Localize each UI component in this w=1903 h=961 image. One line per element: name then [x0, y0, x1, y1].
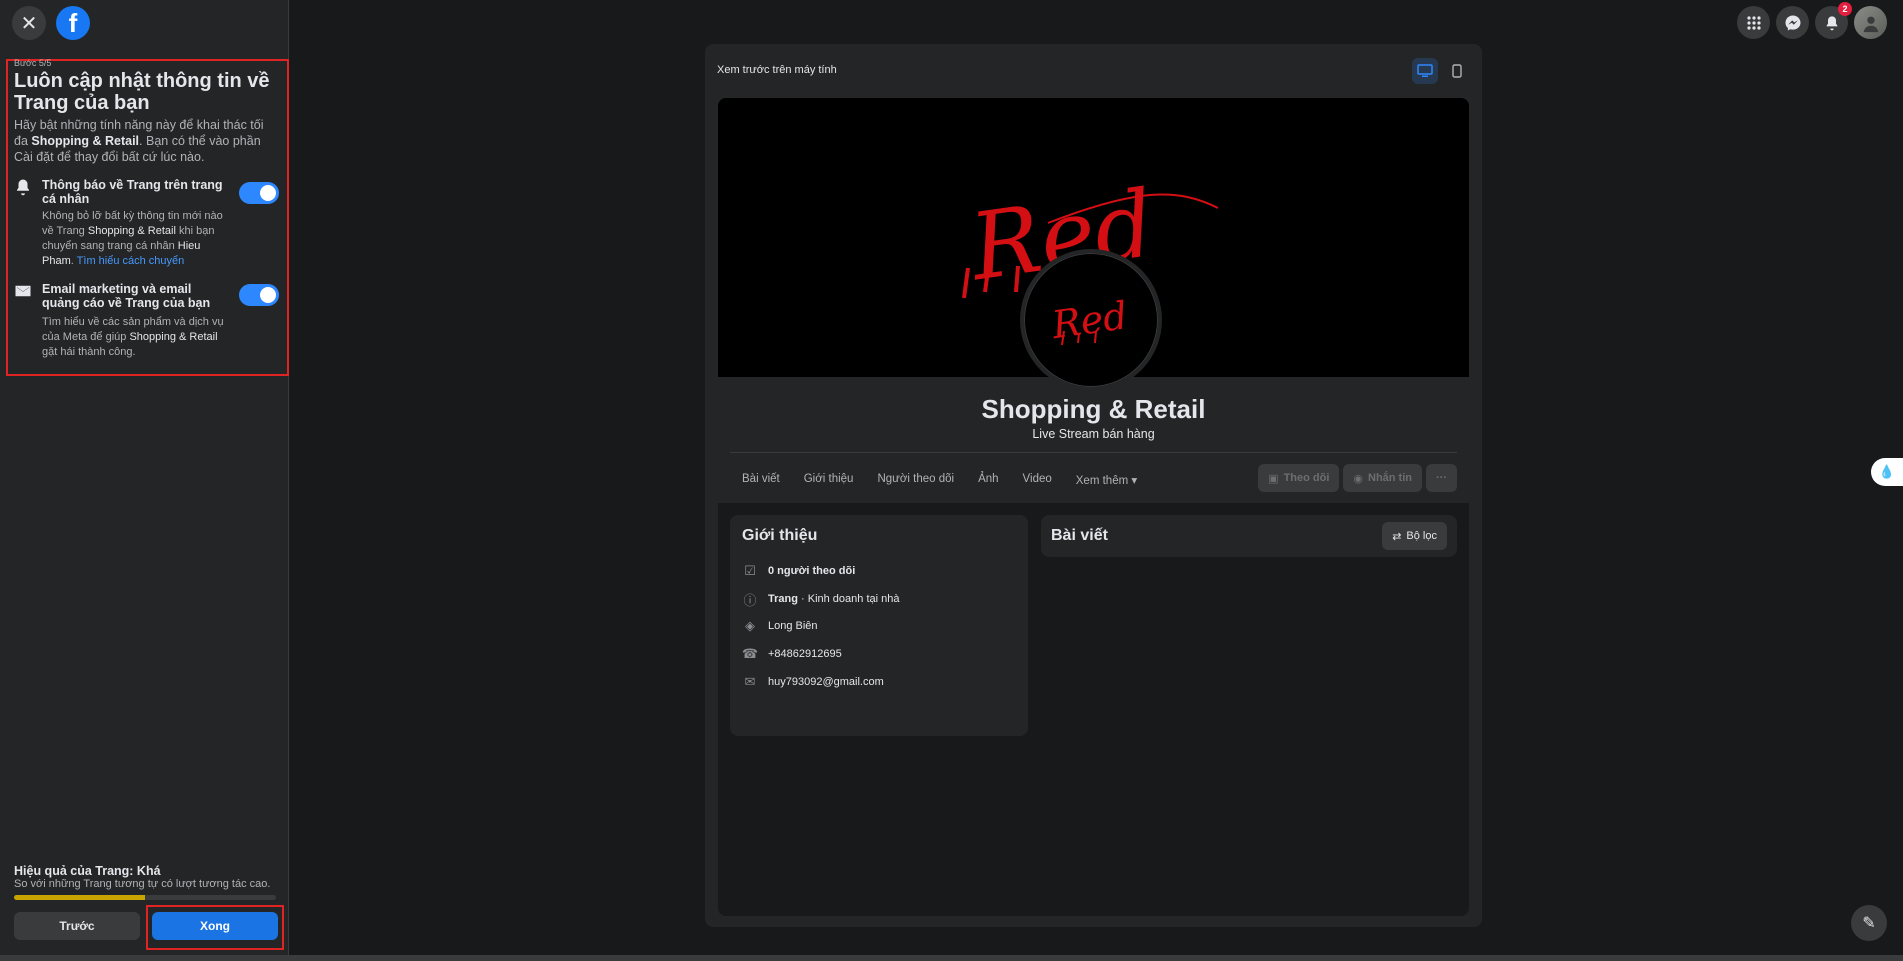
filter-label: Bộ lọc [1406, 530, 1437, 542]
setup-panel: ✕ f Bước 5/5 Luôn cập nhật thông tin về … [0, 0, 289, 961]
tab-about[interactable]: Giới thiệu [792, 464, 866, 496]
checkbox-icon: ☑ [744, 563, 756, 578]
info-icon: ⓘ [743, 592, 757, 608]
tab-more[interactable]: Xem thêm ▾ [1064, 464, 1149, 496]
option-email-marketing: Email marketing và email quảng cáo về Tr… [14, 282, 279, 362]
mail-icon: ✉ [744, 674, 756, 689]
page-mock: Red Red Shopping & Retail Live Stream bá… [718, 98, 1469, 916]
preview-label: Xem trước trên máy tính [717, 64, 837, 76]
facebook-logo[interactable]: f [56, 6, 90, 40]
profile-picture[interactable]: Red [1020, 249, 1162, 391]
intro-email: ✉ huy793092@gmail.com [742, 674, 884, 690]
messenger-icon[interactable] [1776, 6, 1809, 39]
more-actions-button[interactable]: ··· [1426, 464, 1457, 492]
posts-title: Bài viết [1051, 527, 1108, 544]
page-type-label: Trang [768, 593, 798, 605]
page-category: Live Stream bán hàng [1032, 427, 1155, 441]
compose-icon[interactable]: ✎ [1851, 905, 1887, 941]
follow-button[interactable]: ▣ Theo dõi [1258, 464, 1340, 492]
profile-notifications-toggle[interactable] [239, 182, 279, 204]
filter-button[interactable]: ⇄ Bộ lọc [1382, 522, 1447, 550]
previous-button[interactable]: Trước [14, 912, 140, 940]
tab-video[interactable]: Video [1011, 464, 1064, 496]
phone-icon: ☎ [741, 646, 759, 661]
posts-card: Bài viết ⇄ Bộ lọc [1041, 515, 1457, 557]
location-arrow-icon: ◈ [745, 618, 755, 633]
menu-grid-icon[interactable] [1737, 6, 1770, 39]
performance-bar [14, 895, 276, 900]
device-toggle [1412, 58, 1470, 84]
bell-icon [14, 178, 34, 198]
close-icon[interactable]: ✕ [12, 6, 46, 40]
page-type-rest: · Kinh doanh tại nhà [797, 593, 900, 605]
phone: +84862912695 [768, 648, 842, 660]
page-preview: Xem trước trên máy tính Red Red Shopping… [705, 44, 1482, 927]
follow-label: Theo dõi [1283, 472, 1330, 484]
tab-more-label: Xem thêm [1075, 475, 1129, 487]
performance-desc: So với những Trang tương tự có lượt tươn… [14, 878, 271, 890]
learn-switch-link[interactable]: Tìm hiểu cách chuyển [77, 255, 185, 267]
tab-followers[interactable]: Người theo dõi [865, 464, 966, 496]
page-tabs: Bài viết Giới thiệu Người theo dõi Ảnh V… [730, 464, 1149, 496]
message-label: Nhắn tin [1368, 472, 1412, 484]
option2-desc: Tìm hiểu về các sản phẩm và dịch vụ của … [42, 315, 232, 360]
tab-photos[interactable]: Ảnh [966, 464, 1010, 496]
panel-title: Luôn cập nhật thông tin về Trang của bạn [14, 70, 270, 114]
account-avatar[interactable] [1854, 6, 1887, 39]
notification-badge: 2 [1838, 2, 1852, 16]
option-profile-notifications: Thông báo về Trang trên trang cá nhân Kh… [14, 178, 279, 268]
page-name: Shopping & Retail [981, 394, 1206, 424]
message-button[interactable]: ◉ Nhắn tin [1343, 464, 1422, 492]
desktop-icon[interactable] [1412, 58, 1438, 84]
performance-bar-fill [14, 895, 145, 900]
top-right-toolbar: 2 [1737, 2, 1887, 39]
intro-phone: ☎ +84862912695 [742, 646, 842, 662]
mobile-icon[interactable] [1444, 58, 1470, 84]
email: huy793092@gmail.com [768, 676, 884, 688]
panel-description: Hãy bật những tính năng này để khai thác… [14, 117, 274, 165]
intro-card: Giới thiệu ☑ 0 người theo dõi ⓘ Trang · Ki… [730, 515, 1028, 736]
follow-icon: ▣ [1268, 472, 1279, 485]
done-button[interactable]: Xong [152, 912, 278, 940]
caret-down-icon: ▾ [1131, 475, 1138, 487]
header-divider [730, 452, 1457, 453]
intro-type: ⓘ Trang · Kinh doanh tại nhà [742, 591, 899, 608]
envelope-icon [14, 282, 34, 302]
messenger-small-icon: ◉ [1353, 472, 1363, 485]
option2-desc-c: gặt hái thành công. [42, 346, 136, 358]
option2-desc-page: Shopping & Retail [129, 331, 218, 343]
option1-desc-page: Shopping & Retail [87, 225, 176, 237]
intro-location: ◈ Long Biên [742, 618, 818, 634]
page-type: Trang · Kinh doanh tại nhà [768, 593, 899, 605]
option1-title: Thông báo về Trang trên trang cá nhân [42, 178, 223, 206]
option1-desc: Không bỏ lỡ bất kỳ thông tin mới nào về … [42, 209, 232, 269]
email-marketing-toggle[interactable] [239, 284, 279, 306]
done-highlight: Xong [146, 905, 284, 950]
step-indicator: Bước 5/5 [14, 58, 52, 68]
filter-icon: ⇄ [1392, 530, 1402, 543]
option2-title: Email marketing và email quảng cáo về Tr… [42, 282, 211, 310]
intro-followers: ☑ 0 người theo dõi [742, 563, 855, 579]
intro-title: Giới thiệu [742, 527, 818, 544]
tab-posts[interactable]: Bài viết [730, 464, 792, 496]
followers-count: 0 người theo dõi [768, 565, 856, 577]
location: Long Biên [768, 620, 818, 632]
side-helper-icon[interactable]: 💧 [1871, 458, 1903, 486]
notifications-bell-icon[interactable]: 2 [1815, 2, 1852, 39]
performance-title: Hiệu quả của Trang: Khá [14, 864, 161, 878]
panel-header: ✕ f [12, 6, 90, 40]
desc-page-name: Shopping & Retail [31, 134, 140, 148]
bottom-bar [0, 955, 1903, 961]
page-actions: ▣ Theo dõi ◉ Nhắn tin ··· [1258, 464, 1457, 492]
profile-logo-text: Red [1048, 293, 1130, 347]
